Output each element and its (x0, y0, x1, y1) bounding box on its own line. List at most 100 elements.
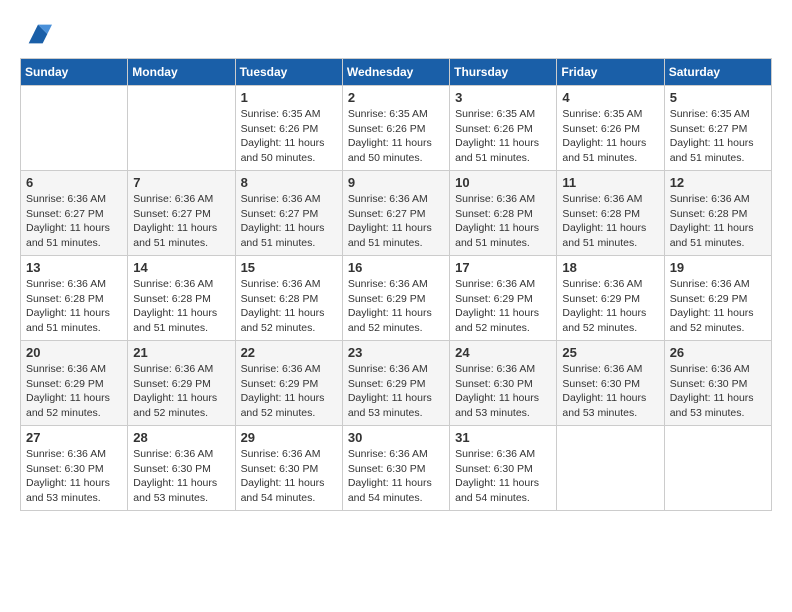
calendar-cell: 6 Sunrise: 6:36 AMSunset: 6:27 PMDaylight… (21, 171, 128, 256)
weekday-header-monday: Monday (128, 59, 235, 86)
day-number: 12 (670, 175, 766, 190)
day-info: Sunrise: 6:36 AMSunset: 6:28 PMDaylight:… (26, 277, 122, 336)
day-info: Sunrise: 6:36 AMSunset: 6:30 PMDaylight:… (455, 447, 551, 506)
day-number: 15 (241, 260, 337, 275)
day-info: Sunrise: 6:36 AMSunset: 6:29 PMDaylight:… (562, 277, 658, 336)
calendar-week-row: 1 Sunrise: 6:35 AMSunset: 6:26 PMDaylight… (21, 86, 772, 171)
calendar-cell: 14 Sunrise: 6:36 AMSunset: 6:28 PMDayligh… (128, 256, 235, 341)
calendar-cell: 24 Sunrise: 6:36 AMSunset: 6:30 PMDayligh… (450, 341, 557, 426)
calendar-cell: 3 Sunrise: 6:35 AMSunset: 6:26 PMDaylight… (450, 86, 557, 171)
day-info: Sunrise: 6:36 AMSunset: 6:30 PMDaylight:… (26, 447, 122, 506)
day-number: 1 (241, 90, 337, 105)
day-number: 29 (241, 430, 337, 445)
day-info: Sunrise: 6:36 AMSunset: 6:27 PMDaylight:… (133, 192, 229, 251)
calendar-cell: 20 Sunrise: 6:36 AMSunset: 6:29 PMDayligh… (21, 341, 128, 426)
day-number: 19 (670, 260, 766, 275)
calendar-cell: 12 Sunrise: 6:36 AMSunset: 6:28 PMDayligh… (664, 171, 771, 256)
day-info: Sunrise: 6:35 AMSunset: 6:26 PMDaylight:… (241, 107, 337, 166)
day-number: 7 (133, 175, 229, 190)
weekday-header-saturday: Saturday (664, 59, 771, 86)
calendar-cell: 8Sunrise: 6:36 AMSunset: 6:27 PMDaylight… (235, 171, 342, 256)
day-info: Sunrise: 6:36 AMSunset: 6:29 PMDaylight:… (670, 277, 766, 336)
calendar-cell: 7 Sunrise: 6:36 AMSunset: 6:27 PMDaylight… (128, 171, 235, 256)
day-info: Sunrise: 6:35 AMSunset: 6:27 PMDaylight:… (670, 107, 766, 166)
day-number: 6 (26, 175, 122, 190)
logo (20, 20, 52, 48)
calendar-cell: 4 Sunrise: 6:35 AMSunset: 6:26 PMDaylight… (557, 86, 664, 171)
day-number: 3 (455, 90, 551, 105)
calendar-cell (664, 426, 771, 511)
day-number: 10 (455, 175, 551, 190)
day-number: 27 (26, 430, 122, 445)
calendar-header-row: SundayMondayTuesdayWednesdayThursdayFrid… (21, 59, 772, 86)
day-info: Sunrise: 6:35 AMSunset: 6:26 PMDaylight:… (562, 107, 658, 166)
calendar-cell: 5Sunrise: 6:35 AMSunset: 6:27 PMDaylight… (664, 86, 771, 171)
calendar-cell: 26Sunrise: 6:36 AMSunset: 6:30 PMDayligh… (664, 341, 771, 426)
day-number: 11 (562, 175, 658, 190)
calendar-cell: 28 Sunrise: 6:36 AMSunset: 6:30 PMDayligh… (128, 426, 235, 511)
day-number: 25 (562, 345, 658, 360)
calendar-cell: 27 Sunrise: 6:36 AMSunset: 6:30 PMDayligh… (21, 426, 128, 511)
day-number: 14 (133, 260, 229, 275)
day-info: Sunrise: 6:36 AMSunset: 6:29 PMDaylight:… (348, 277, 444, 336)
calendar-week-row: 13 Sunrise: 6:36 AMSunset: 6:28 PMDayligh… (21, 256, 772, 341)
day-number: 16 (348, 260, 444, 275)
day-info: Sunrise: 6:36 AMSunset: 6:27 PMDaylight:… (348, 192, 444, 251)
day-info: Sunrise: 6:36 AMSunset: 6:28 PMDaylight:… (133, 277, 229, 336)
day-info: Sunrise: 6:36 AMSunset: 6:30 PMDaylight:… (348, 447, 444, 506)
calendar-week-row: 27 Sunrise: 6:36 AMSunset: 6:30 PMDayligh… (21, 426, 772, 511)
day-info: Sunrise: 6:35 AMSunset: 6:26 PMDaylight:… (455, 107, 551, 166)
day-info: Sunrise: 6:36 AMSunset: 6:30 PMDaylight:… (670, 362, 766, 421)
calendar-cell (557, 426, 664, 511)
calendar-cell: 9Sunrise: 6:36 AMSunset: 6:27 PMDaylight… (342, 171, 449, 256)
day-info: Sunrise: 6:36 AMSunset: 6:30 PMDaylight:… (455, 362, 551, 421)
day-number: 24 (455, 345, 551, 360)
day-number: 21 (133, 345, 229, 360)
calendar-cell: 23Sunrise: 6:36 AMSunset: 6:29 PMDayligh… (342, 341, 449, 426)
page-header (20, 20, 772, 48)
day-info: Sunrise: 6:36 AMSunset: 6:29 PMDaylight:… (241, 362, 337, 421)
day-info: Sunrise: 6:35 AMSunset: 6:26 PMDaylight:… (348, 107, 444, 166)
calendar-cell: 17 Sunrise: 6:36 AMSunset: 6:29 PMDayligh… (450, 256, 557, 341)
day-number: 31 (455, 430, 551, 445)
day-info: Sunrise: 6:36 AMSunset: 6:29 PMDaylight:… (26, 362, 122, 421)
weekday-header-friday: Friday (557, 59, 664, 86)
day-info: Sunrise: 6:36 AMSunset: 6:30 PMDaylight:… (241, 447, 337, 506)
calendar-cell (21, 86, 128, 171)
day-number: 22 (241, 345, 337, 360)
day-info: Sunrise: 6:36 AMSunset: 6:29 PMDaylight:… (455, 277, 551, 336)
day-number: 4 (562, 90, 658, 105)
day-info: Sunrise: 6:36 AMSunset: 6:27 PMDaylight:… (26, 192, 122, 251)
calendar-cell: 29 Sunrise: 6:36 AMSunset: 6:30 PMDayligh… (235, 426, 342, 511)
day-info: Sunrise: 6:36 AMSunset: 6:30 PMDaylight:… (562, 362, 658, 421)
weekday-header-thursday: Thursday (450, 59, 557, 86)
day-number: 18 (562, 260, 658, 275)
calendar-cell: 19 Sunrise: 6:36 AMSunset: 6:29 PMDayligh… (664, 256, 771, 341)
calendar-cell: 15 Sunrise: 6:36 AMSunset: 6:28 PMDayligh… (235, 256, 342, 341)
weekday-header-sunday: Sunday (21, 59, 128, 86)
calendar-table: SundayMondayTuesdayWednesdayThursdayFrid… (20, 58, 772, 511)
calendar-cell: 30Sunrise: 6:36 AMSunset: 6:30 PMDayligh… (342, 426, 449, 511)
calendar-cell: 1 Sunrise: 6:35 AMSunset: 6:26 PMDaylight… (235, 86, 342, 171)
day-number: 2 (348, 90, 444, 105)
day-number: 13 (26, 260, 122, 275)
logo-icon (24, 20, 52, 48)
day-info: Sunrise: 6:36 AMSunset: 6:28 PMDaylight:… (241, 277, 337, 336)
day-info: Sunrise: 6:36 AMSunset: 6:29 PMDaylight:… (133, 362, 229, 421)
weekday-header-tuesday: Tuesday (235, 59, 342, 86)
calendar-cell (128, 86, 235, 171)
day-info: Sunrise: 6:36 AMSunset: 6:28 PMDaylight:… (455, 192, 551, 251)
day-info: Sunrise: 6:36 AMSunset: 6:30 PMDaylight:… (133, 447, 229, 506)
calendar-week-row: 6 Sunrise: 6:36 AMSunset: 6:27 PMDaylight… (21, 171, 772, 256)
day-number: 20 (26, 345, 122, 360)
calendar-cell: 16 Sunrise: 6:36 AMSunset: 6:29 PMDayligh… (342, 256, 449, 341)
day-info: Sunrise: 6:36 AMSunset: 6:28 PMDaylight:… (670, 192, 766, 251)
calendar-cell: 2 Sunrise: 6:35 AMSunset: 6:26 PMDaylight… (342, 86, 449, 171)
calendar-cell: 18 Sunrise: 6:36 AMSunset: 6:29 PMDayligh… (557, 256, 664, 341)
day-number: 17 (455, 260, 551, 275)
day-number: 28 (133, 430, 229, 445)
day-info: Sunrise: 6:36 AMSunset: 6:27 PMDaylight:… (241, 192, 337, 251)
weekday-header-wednesday: Wednesday (342, 59, 449, 86)
day-info: Sunrise: 6:36 AMSunset: 6:29 PMDaylight:… (348, 362, 444, 421)
calendar-cell: 21 Sunrise: 6:36 AMSunset: 6:29 PMDayligh… (128, 341, 235, 426)
